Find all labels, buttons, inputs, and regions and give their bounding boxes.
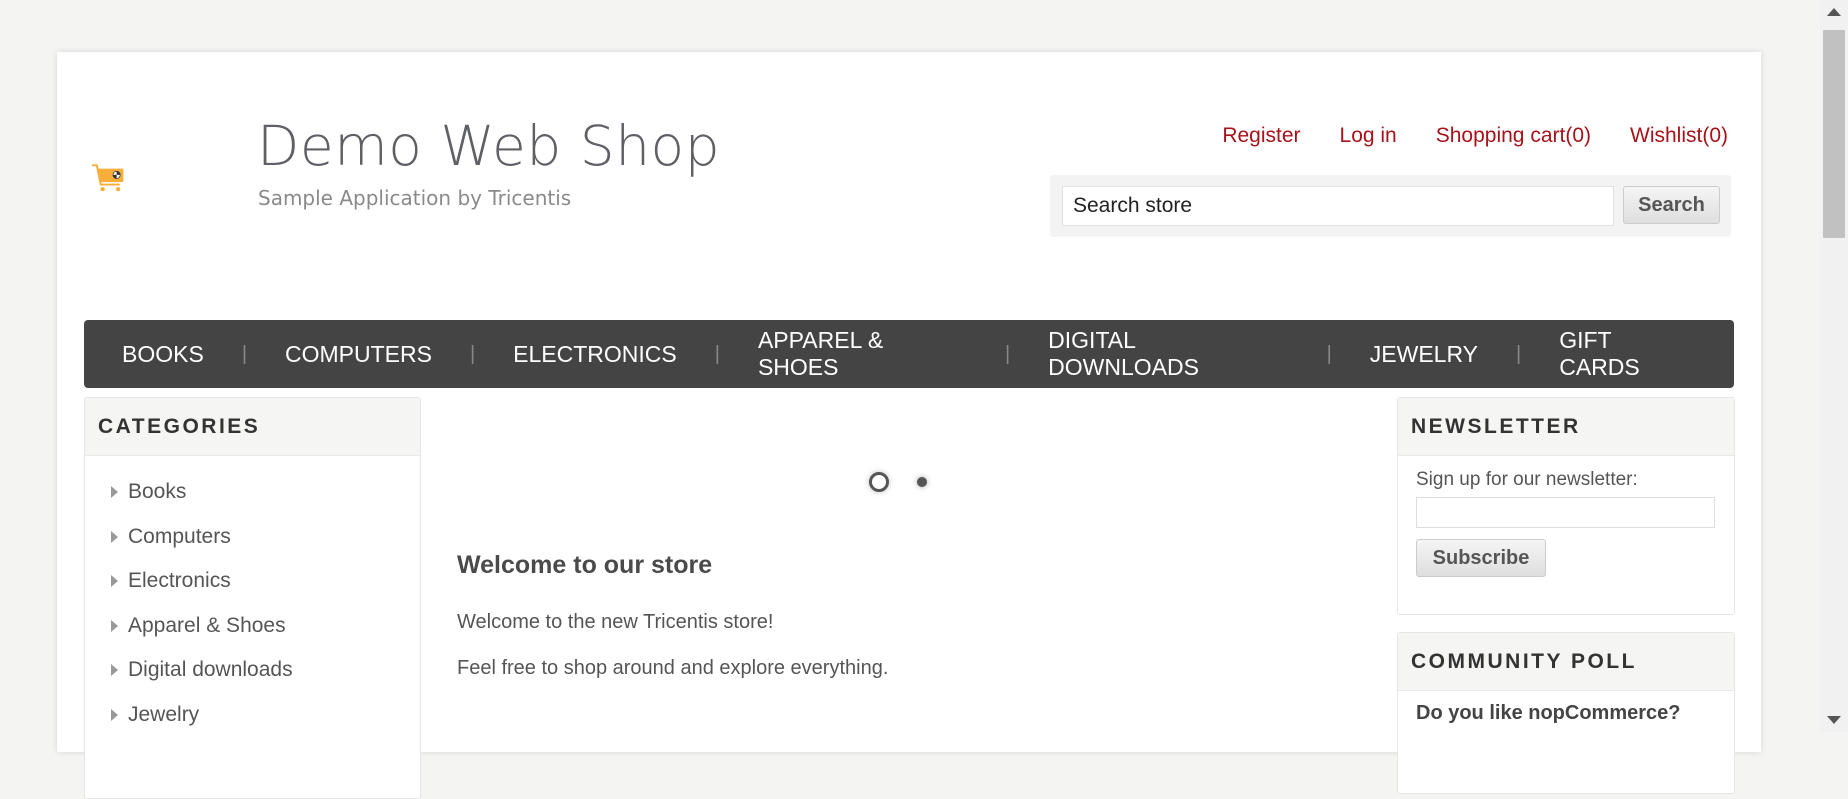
category-label[interactable]: Electronics	[128, 569, 231, 593]
triangle-right-icon	[111, 486, 118, 499]
logo-title[interactable]: Demo Web Shop	[257, 114, 720, 178]
category-label[interactable]: Jewelry	[128, 703, 199, 727]
newsletter-block: NEWSLETTER Sign up for our newsletter: S…	[1397, 397, 1735, 615]
categories-list: Books Computers Electronics Apparel & Sh…	[85, 456, 420, 737]
subscribe-button[interactable]: Subscribe	[1416, 539, 1546, 577]
triangle-right-icon	[111, 664, 118, 677]
register-link[interactable]: Register	[1222, 124, 1300, 148]
categories-block: CATEGORIES Books Computers Electronics A…	[84, 397, 421, 799]
cart-logo-icon[interactable]	[92, 114, 232, 244]
menu-item-apparel-shoes[interactable]: APPAREL & SHOES	[720, 327, 1005, 381]
category-label[interactable]: Computers	[128, 525, 231, 549]
search-box: Search	[1050, 175, 1731, 237]
menu-item-electronics[interactable]: ELECTRONICS	[475, 341, 715, 368]
triangle-right-icon	[111, 575, 118, 588]
newsletter-title: NEWSLETTER	[1398, 398, 1734, 456]
category-label[interactable]: Digital downloads	[128, 658, 293, 682]
welcome-title: Welcome to our store	[457, 551, 713, 579]
newsletter-email-input[interactable]	[1416, 497, 1715, 528]
menu-item-gift-cards[interactable]: GIFT CARDS	[1521, 327, 1734, 381]
community-poll-block: COMMUNITY POLL Do you like nopCommerce?	[1397, 632, 1735, 794]
menu-item-computers[interactable]: COMPUTERS	[247, 341, 470, 368]
welcome-subtext: Feel free to shop around and explore eve…	[457, 657, 889, 679]
scrollbar-thumb[interactable]	[1823, 30, 1845, 238]
page-container: Demo Web Shop Sample Application by Tric…	[57, 52, 1761, 799]
login-link[interactable]: Log in	[1340, 124, 1397, 148]
scroll-up-arrow-icon[interactable]	[1827, 8, 1841, 16]
category-item-jewelry[interactable]: Jewelry	[111, 693, 420, 738]
category-label[interactable]: Books	[128, 480, 186, 504]
slider-dot[interactable]	[917, 477, 927, 487]
triangle-right-icon	[111, 708, 118, 721]
triangle-right-icon	[111, 530, 118, 543]
categories-title: CATEGORIES	[85, 398, 420, 456]
category-item-books[interactable]: Books	[111, 470, 420, 515]
scroll-down-arrow-icon[interactable]	[1827, 716, 1841, 724]
slider-pagination	[869, 472, 927, 492]
poll-title: COMMUNITY POLL	[1398, 633, 1734, 691]
slider-dot-active[interactable]	[869, 472, 889, 492]
search-input[interactable]	[1062, 186, 1614, 226]
category-item-electronics[interactable]: Electronics	[111, 559, 420, 604]
header-links: Register Log in Shopping cart(0) Wishlis…	[1222, 124, 1728, 148]
category-label[interactable]: Apparel & Shoes	[128, 614, 286, 638]
menu-item-digital-downloads[interactable]: DIGITAL DOWNLOADS	[1010, 327, 1326, 381]
vertical-scrollbar[interactable]	[1820, 0, 1848, 732]
category-item-apparel-shoes[interactable]: Apparel & Shoes	[111, 604, 420, 649]
logo-subtitle: Sample Application by Tricentis	[258, 186, 572, 210]
menu-item-books[interactable]: BOOKS	[84, 341, 242, 368]
search-button[interactable]: Search	[1623, 186, 1720, 224]
wishlist-link[interactable]: Wishlist(0)	[1630, 124, 1728, 148]
triangle-right-icon	[111, 619, 118, 632]
category-item-digital-downloads[interactable]: Digital downloads	[111, 648, 420, 693]
welcome-text: Welcome to the new Tricentis store!	[457, 611, 774, 633]
shopping-cart-link[interactable]: Shopping cart(0)	[1436, 124, 1591, 148]
menu-item-jewelry[interactable]: JEWELRY	[1332, 341, 1516, 368]
poll-question: Do you like nopCommerce?	[1416, 702, 1681, 724]
category-item-computers[interactable]: Computers	[111, 515, 420, 560]
newsletter-label: Sign up for our newsletter:	[1416, 469, 1638, 490]
top-menu: BOOKS | COMPUTERS | ELECTRONICS | APPARE…	[84, 320, 1734, 388]
